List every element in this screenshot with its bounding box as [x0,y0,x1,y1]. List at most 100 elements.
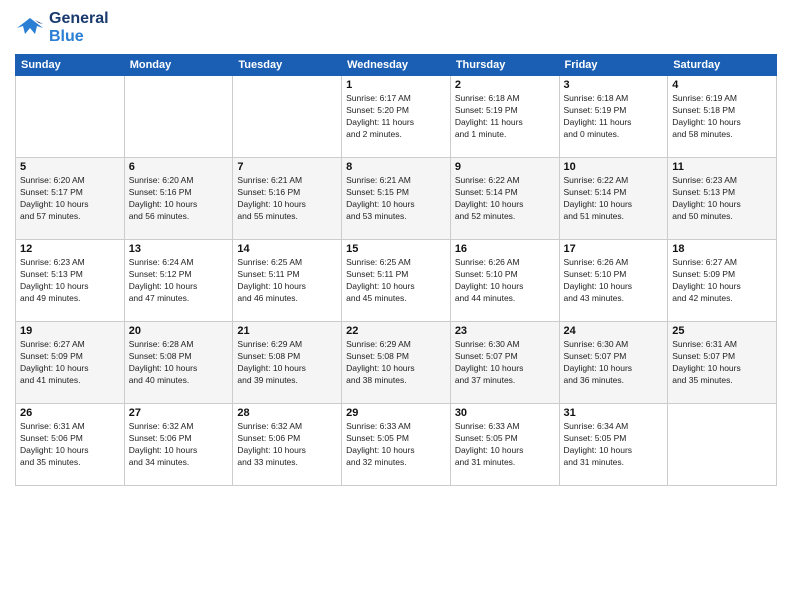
day-info: Sunrise: 6:22 AMSunset: 5:14 PMDaylight:… [455,175,555,223]
week-row-1: 1 Sunrise: 6:17 AMSunset: 5:20 PMDaylight… [16,76,777,158]
calendar-cell: 19 Sunrise: 6:27 AMSunset: 5:09 PMDayligh… [16,322,125,404]
logo-icon [15,16,45,40]
calendar-cell: 28Sunrise: 6:32 AMSunset: 5:06 PMDayligh… [233,404,342,486]
calendar-cell: 21Sunrise: 6:29 AMSunset: 5:08 PMDayligh… [233,322,342,404]
day-number: 5 [20,161,120,173]
day-info: Sunrise: 6:24 AMSunset: 5:12 PMDaylight:… [129,257,229,305]
calendar-cell: 12 Sunrise: 6:23 AMSunset: 5:13 PMDayligh… [16,240,125,322]
calendar-cell: 26 Sunrise: 6:31 AMSunset: 5:06 PMDayligh… [16,404,125,486]
day-number: 24 [564,325,664,337]
weekday-header-row: SundayMondayTuesdayWednesdayThursdayFrid… [16,55,777,76]
calendar-page: General Blue SundayMondayTuesdayWednesda… [0,0,792,612]
day-info: Sunrise: 6:21 AMSunset: 5:15 PMDaylight:… [346,175,446,223]
day-number: 19 [20,325,120,337]
day-number: 22 [346,325,446,337]
calendar-cell: 4Sunrise: 6:19 AMSunset: 5:18 PMDaylight… [668,76,777,158]
day-info: Sunrise: 6:27 AMSunset: 5:09 PMDaylight:… [672,257,772,305]
day-number: 31 [564,407,664,419]
weekday-header-sunday: Sunday [16,55,125,76]
day-info: Sunrise: 6:18 AMSunset: 5:19 PMDaylight:… [455,93,555,141]
day-number: 17 [564,243,664,255]
day-number: 23 [455,325,555,337]
calendar-cell: 9 Sunrise: 6:22 AMSunset: 5:14 PMDaylight… [450,158,559,240]
header: General Blue [15,10,777,46]
day-number: 18 [672,243,772,255]
calendar-cell: 6 Sunrise: 6:20 AMSunset: 5:16 PMDaylight… [124,158,233,240]
calendar-cell: 15Sunrise: 6:25 AMSunset: 5:11 PMDayligh… [342,240,451,322]
calendar-cell: 5 Sunrise: 6:20 AMSunset: 5:17 PMDaylight… [16,158,125,240]
calendar-cell: 13 Sunrise: 6:24 AMSunset: 5:12 PMDayligh… [124,240,233,322]
day-number: 12 [20,243,120,255]
calendar-cell: 29 Sunrise: 6:33 AMSunset: 5:05 PMDayligh… [342,404,451,486]
calendar-cell: 17 Sunrise: 6:26 AMSunset: 5:10 PMDayligh… [559,240,668,322]
calendar-cell [668,404,777,486]
day-number: 15 [346,243,446,255]
day-info: Sunrise: 6:18 AMSunset: 5:19 PMDaylight:… [564,93,664,141]
calendar-cell: 16 Sunrise: 6:26 AMSunset: 5:10 PMDayligh… [450,240,559,322]
weekday-header-monday: Monday [124,55,233,76]
day-info: Sunrise: 6:28 AMSunset: 5:08 PMDaylight:… [129,339,229,387]
calendar-cell: 25Sunrise: 6:31 AMSunset: 5:07 PMDayligh… [668,322,777,404]
day-number: 20 [129,325,229,337]
day-number: 16 [455,243,555,255]
day-number: 13 [129,243,229,255]
day-number: 2 [455,79,555,91]
day-number: 10 [564,161,664,173]
weekday-header-tuesday: Tuesday [233,55,342,76]
weekday-header-thursday: Thursday [450,55,559,76]
day-info: Sunrise: 6:30 AMSunset: 5:07 PMDaylight:… [564,339,664,387]
day-info: Sunrise: 6:23 AMSunset: 5:13 PMDaylight:… [672,175,772,223]
calendar-cell: 20 Sunrise: 6:28 AMSunset: 5:08 PMDayligh… [124,322,233,404]
day-number: 26 [20,407,120,419]
day-number: 11 [672,161,772,173]
week-row-3: 12 Sunrise: 6:23 AMSunset: 5:13 PMDayligh… [16,240,777,322]
calendar-cell: 22 Sunrise: 6:29 AMSunset: 5:08 PMDayligh… [342,322,451,404]
day-number: 14 [237,243,337,255]
day-number: 1 [346,79,446,91]
weekday-header-friday: Friday [559,55,668,76]
day-info: Sunrise: 6:33 AMSunset: 5:05 PMDaylight:… [346,421,446,469]
day-info: Sunrise: 6:34 AMSunset: 5:05 PMDaylight:… [564,421,664,469]
calendar-cell [124,76,233,158]
day-info: Sunrise: 6:29 AMSunset: 5:08 PMDaylight:… [237,339,337,387]
weekday-header-wednesday: Wednesday [342,55,451,76]
calendar-cell: 3 Sunrise: 6:18 AMSunset: 5:19 PMDaylight… [559,76,668,158]
day-info: Sunrise: 6:33 AMSunset: 5:05 PMDaylight:… [455,421,555,469]
weekday-header-saturday: Saturday [668,55,777,76]
day-number: 3 [564,79,664,91]
day-info: Sunrise: 6:26 AMSunset: 5:10 PMDaylight:… [455,257,555,305]
week-row-2: 5 Sunrise: 6:20 AMSunset: 5:17 PMDaylight… [16,158,777,240]
day-info: Sunrise: 6:29 AMSunset: 5:08 PMDaylight:… [346,339,446,387]
calendar-cell: 2 Sunrise: 6:18 AMSunset: 5:19 PMDaylight… [450,76,559,158]
calendar-cell: 14Sunrise: 6:25 AMSunset: 5:11 PMDayligh… [233,240,342,322]
calendar-cell [233,76,342,158]
day-info: Sunrise: 6:32 AMSunset: 5:06 PMDaylight:… [237,421,337,469]
day-info: Sunrise: 6:17 AMSunset: 5:20 PMDaylight:… [346,93,446,141]
day-info: Sunrise: 6:27 AMSunset: 5:09 PMDaylight:… [20,339,120,387]
day-number: 6 [129,161,229,173]
day-number: 7 [237,161,337,173]
calendar-cell [16,76,125,158]
day-info: Sunrise: 6:20 AMSunset: 5:17 PMDaylight:… [20,175,120,223]
calendar-cell: 31 Sunrise: 6:34 AMSunset: 5:05 PMDayligh… [559,404,668,486]
logo: General Blue [15,10,109,46]
day-info: Sunrise: 6:26 AMSunset: 5:10 PMDaylight:… [564,257,664,305]
day-number: 25 [672,325,772,337]
day-number: 30 [455,407,555,419]
calendar-cell: 10 Sunrise: 6:22 AMSunset: 5:14 PMDayligh… [559,158,668,240]
day-number: 9 [455,161,555,173]
day-number: 8 [346,161,446,173]
day-info: Sunrise: 6:20 AMSunset: 5:16 PMDaylight:… [129,175,229,223]
calendar-cell: 1 Sunrise: 6:17 AMSunset: 5:20 PMDaylight… [342,76,451,158]
day-info: Sunrise: 6:30 AMSunset: 5:07 PMDaylight:… [455,339,555,387]
day-info: Sunrise: 6:22 AMSunset: 5:14 PMDaylight:… [564,175,664,223]
day-info: Sunrise: 6:23 AMSunset: 5:13 PMDaylight:… [20,257,120,305]
calendar-cell: 30 Sunrise: 6:33 AMSunset: 5:05 PMDayligh… [450,404,559,486]
day-info: Sunrise: 6:31 AMSunset: 5:06 PMDaylight:… [20,421,120,469]
calendar-table: SundayMondayTuesdayWednesdayThursdayFrid… [15,54,777,486]
calendar-cell: 11 Sunrise: 6:23 AMSunset: 5:13 PMDayligh… [668,158,777,240]
day-info: Sunrise: 6:21 AMSunset: 5:16 PMDaylight:… [237,175,337,223]
day-info: Sunrise: 6:19 AMSunset: 5:18 PMDaylight:… [672,93,772,141]
day-number: 29 [346,407,446,419]
calendar-cell: 8 Sunrise: 6:21 AMSunset: 5:15 PMDaylight… [342,158,451,240]
